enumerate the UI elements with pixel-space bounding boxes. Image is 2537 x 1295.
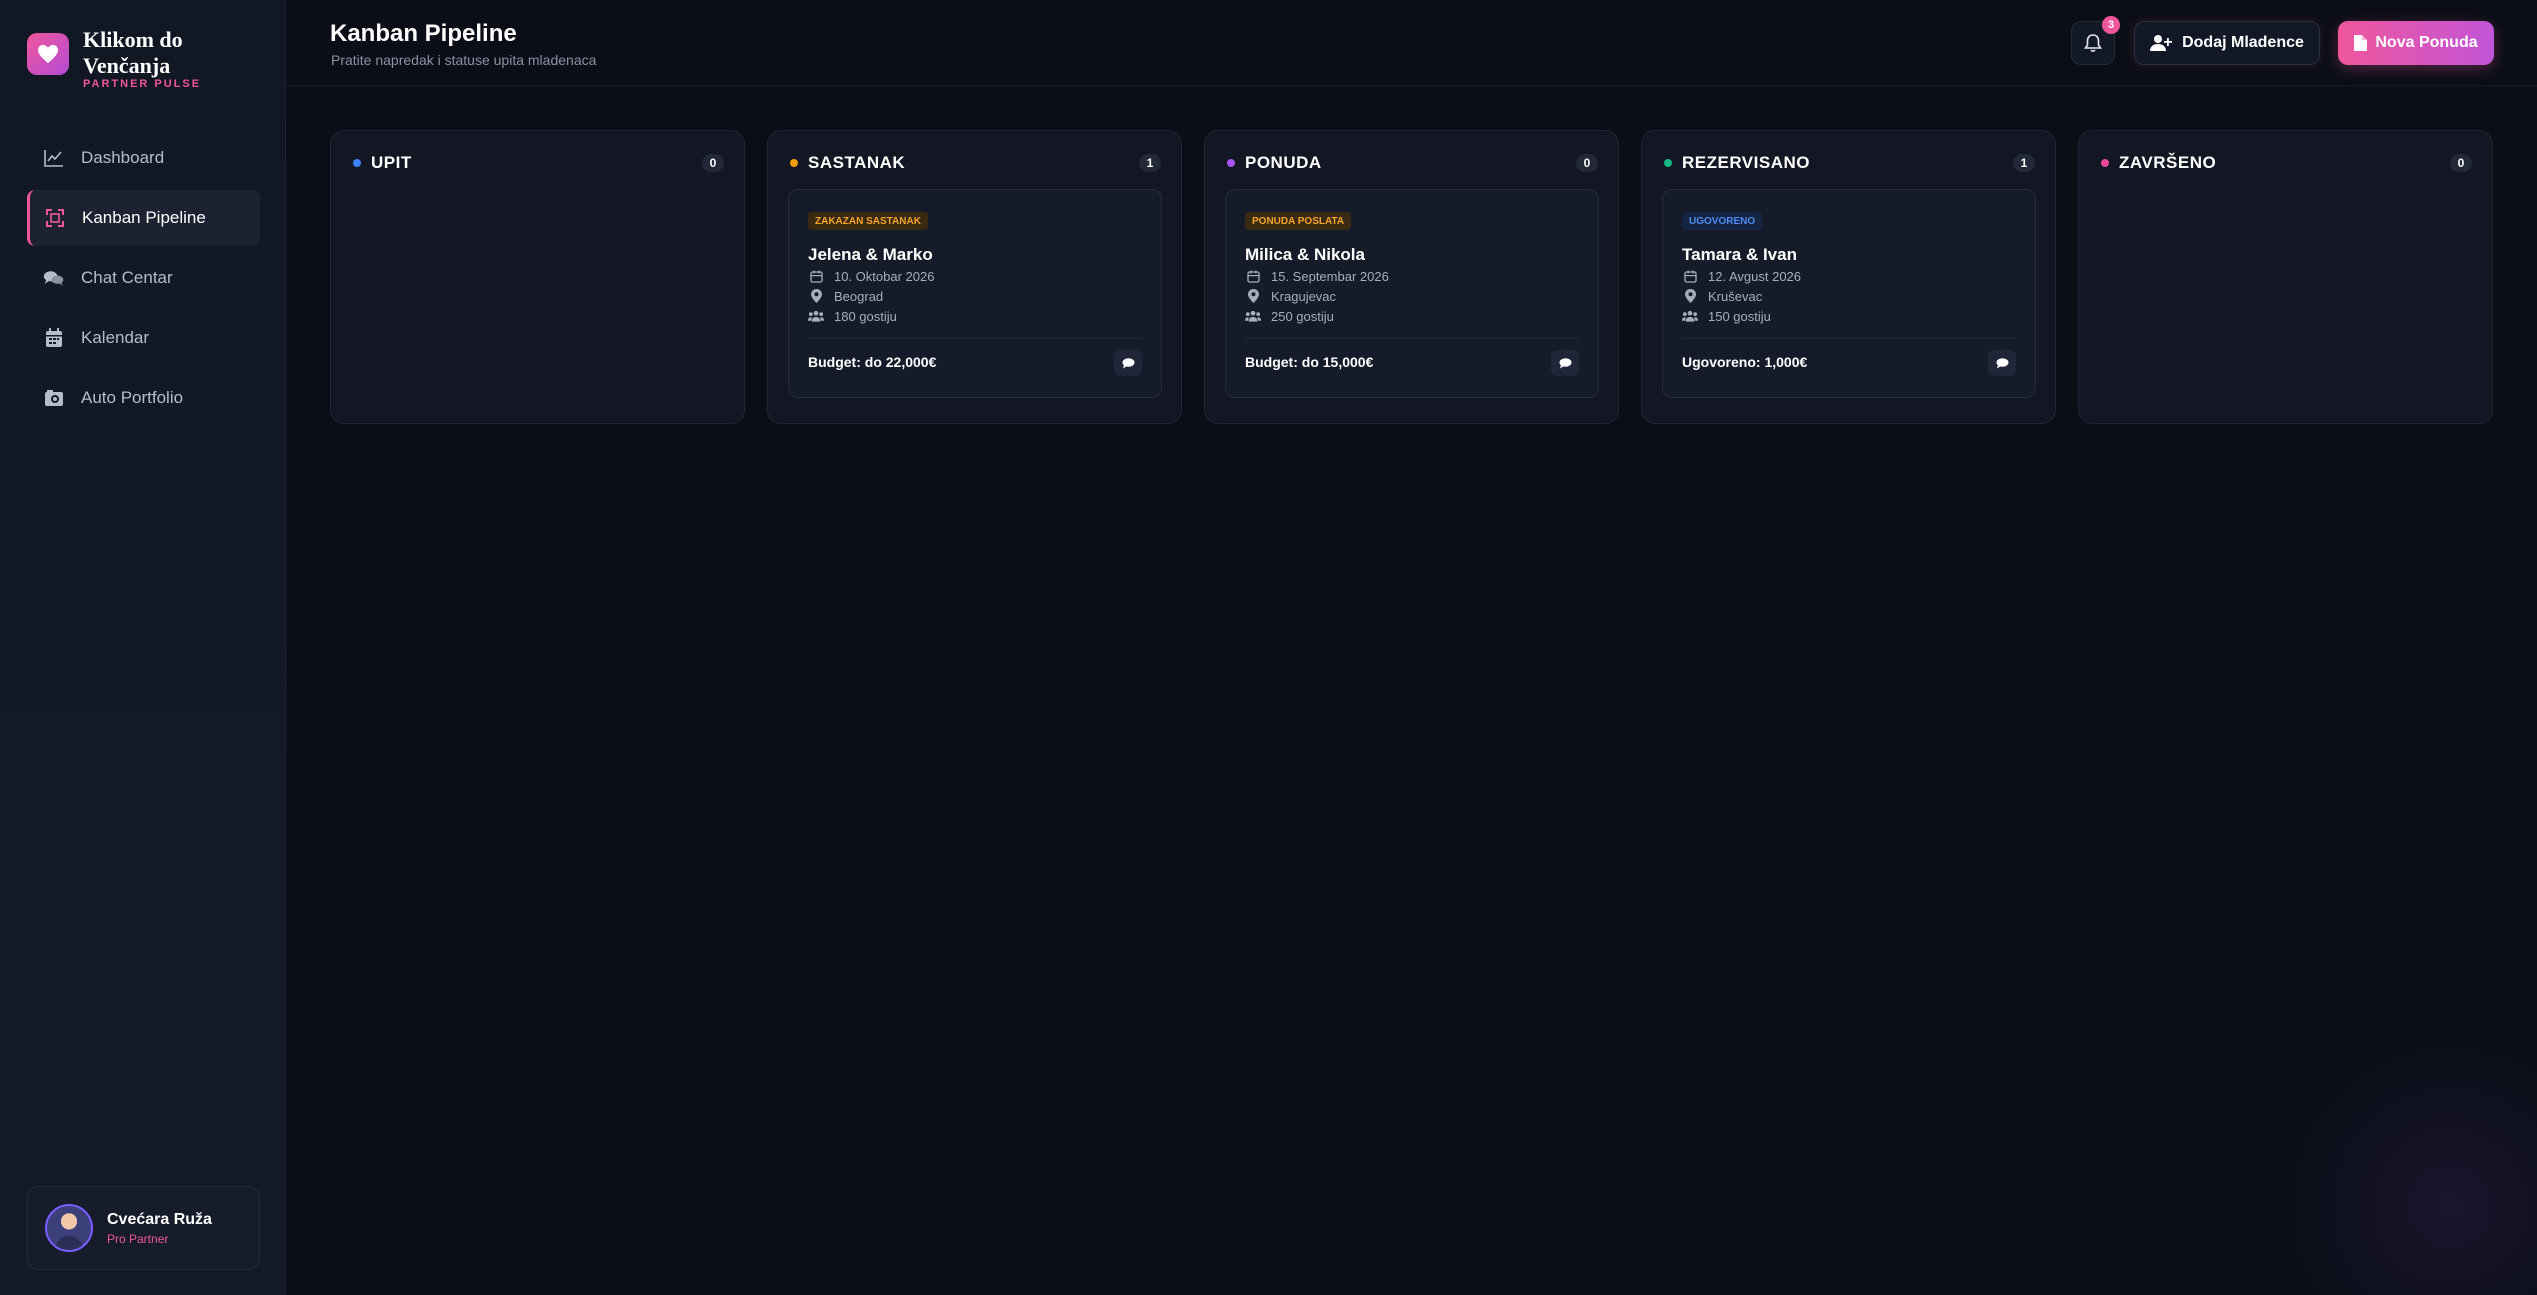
- card-chat-button[interactable]: [1551, 350, 1579, 376]
- add-couple-label: Dodaj Mladence: [2182, 34, 2304, 51]
- page-title: Kanban Pipeline: [330, 20, 517, 47]
- bell-icon: [2084, 33, 2102, 53]
- column-count-badge: 0: [702, 154, 724, 172]
- kanban-icon: [44, 207, 66, 229]
- kanban-column-zavrseno[interactable]: ZAVRŠENO 0: [2078, 130, 2493, 424]
- card-status-tag: UGOVORENO: [1682, 212, 1763, 230]
- kanban-column-ponuda[interactable]: PONUDA 0 PONUDA POSLATA Milica & Nikola …: [1204, 130, 1619, 424]
- column-status-dot: [1227, 159, 1235, 167]
- card-couple-name: Milica & Nikola: [1245, 245, 1365, 264]
- page-subtitle: Pratite napredak i statuse upita mladena…: [331, 52, 597, 68]
- calendar-icon: [1245, 268, 1261, 284]
- card-date: 12. Avgust 2026: [1708, 268, 1802, 284]
- sidebar-item-kalendar[interactable]: Kalendar: [27, 310, 260, 366]
- column-count-badge: 1: [2013, 154, 2035, 172]
- location-pin-icon: [1245, 288, 1261, 304]
- user-plus-icon: [2150, 34, 2173, 52]
- sidebar-item-label: Kalendar: [81, 328, 150, 347]
- chat-icon: [1996, 357, 2009, 369]
- page-header: Kanban Pipeline Pratite napredak i statu…: [286, 0, 2537, 86]
- sidebar-item-label: Kanban Pipeline: [82, 208, 206, 227]
- kanban-card[interactable]: PONUDA POSLATA Milica & Nikola 15. Septe…: [1225, 189, 1599, 398]
- card-divider: [1682, 338, 2016, 339]
- column-title: SASTANAK: [808, 153, 906, 172]
- chat-icon: [1559, 357, 1572, 369]
- camera-icon: [43, 387, 65, 409]
- kanban-card[interactable]: UGOVORENO Tamara & Ivan 12. Avgust 2026 …: [1662, 189, 2036, 398]
- brand[interactable]: Klikom do Venčanja PARTNER PULSE: [27, 27, 223, 90]
- user-profile-card[interactable]: Cvećara Ruža Pro Partner: [27, 1186, 260, 1270]
- kanban-card[interactable]: ZAKAZAN SASTANAK Jelena & Marko 10. Okto…: [788, 189, 1162, 398]
- new-offer-button[interactable]: Nova Ponuda: [2338, 21, 2494, 65]
- sidebar-item-auto-portfolio[interactable]: Auto Portfolio: [27, 370, 260, 426]
- card-budget: Budget: do 15,000€: [1245, 354, 1374, 370]
- heart-logo-icon: [27, 33, 69, 75]
- notification-count-badge: 3: [2102, 16, 2120, 34]
- background-glow: [2240, 1000, 2537, 1295]
- column-title: PONUDA: [1245, 153, 1322, 172]
- card-status-tag: ZAKAZAN SASTANAK: [808, 212, 928, 230]
- sidebar-item-dashboard[interactable]: Dashboard: [27, 130, 260, 186]
- card-guests: 180 gostiju: [834, 308, 897, 324]
- location-pin-icon: [1682, 288, 1698, 304]
- user-role: Pro Partner: [107, 1231, 169, 1246]
- sidebar-item-label: Chat Centar: [81, 268, 173, 287]
- card-budget: Ugovoreno: 1,000€: [1682, 354, 1808, 370]
- card-city: Kragujevac: [1271, 288, 1337, 304]
- kanban-column-rezervisano[interactable]: REZERVISANO 1 UGOVORENO Tamara & Ivan 12…: [1641, 130, 2056, 424]
- calendar-icon: [1682, 268, 1698, 284]
- notifications-button[interactable]: 3: [2071, 16, 2120, 65]
- card-status-tag: PONUDA POSLATA: [1245, 212, 1352, 230]
- avatar: [45, 1204, 93, 1252]
- column-status-dot: [790, 159, 798, 167]
- location-pin-icon: [808, 288, 824, 304]
- column-title: UPIT: [371, 153, 412, 172]
- guests-icon: [808, 308, 824, 324]
- column-status-dot: [1664, 159, 1672, 167]
- card-city: Kruševac: [1708, 288, 1763, 304]
- card-couple-name: Tamara & Ivan: [1682, 245, 1797, 264]
- card-guests: 250 gostiju: [1271, 308, 1334, 324]
- column-title: ZAVRŠENO: [2119, 153, 2217, 172]
- sidebar-nav: Dashboard Kanban Pipeline Chat Centar Ka…: [27, 130, 260, 430]
- chat-icon: [1122, 357, 1135, 369]
- new-offer-label: Nova Ponuda: [2375, 34, 2478, 51]
- card-chat-button[interactable]: [1114, 350, 1142, 376]
- calendar-icon: [43, 327, 65, 349]
- guests-icon: [1682, 308, 1698, 324]
- line-chart-icon: [43, 147, 65, 169]
- card-city: Beograd: [834, 288, 884, 304]
- sidebar-item-label: Dashboard: [81, 148, 165, 167]
- brand-title: Klikom do Venčanja: [83, 27, 183, 78]
- kanban-column-sastanak[interactable]: SASTANAK 1 ZAKAZAN SASTANAK Jelena & Mar…: [767, 130, 1182, 424]
- sidebar-item-chat-centar[interactable]: Chat Centar: [27, 250, 260, 306]
- card-divider: [808, 338, 1142, 339]
- column-count-badge: 1: [1139, 154, 1161, 172]
- card-divider: [1245, 338, 1579, 339]
- chat-icon: [43, 267, 65, 289]
- column-status-dot: [353, 159, 361, 167]
- column-count-badge: 0: [2450, 154, 2472, 172]
- add-couple-button[interactable]: Dodaj Mladence: [2134, 21, 2320, 65]
- card-budget: Budget: do 22,000€: [808, 354, 937, 370]
- brand-subtitle: PARTNER PULSE: [83, 78, 202, 90]
- column-title: REZERVISANO: [1682, 153, 1810, 172]
- card-couple-name: Jelena & Marko: [808, 245, 933, 264]
- sidebar-item-label: Auto Portfolio: [81, 388, 184, 407]
- sidebar: Klikom do Venčanja PARTNER PULSE Dashboa…: [0, 0, 286, 1295]
- kanban-board: UPIT 0 SASTANAK 1 ZAKAZAN SASTANAK Jelen…: [330, 130, 2495, 424]
- kanban-column-upit[interactable]: UPIT 0: [330, 130, 745, 424]
- column-count-badge: 0: [1576, 154, 1598, 172]
- guests-icon: [1245, 308, 1261, 324]
- document-icon: [2354, 35, 2368, 51]
- calendar-icon: [808, 268, 824, 284]
- card-date: 10. Oktobar 2026: [834, 268, 935, 284]
- card-guests: 150 gostiju: [1708, 308, 1771, 324]
- sidebar-item-kanban-pipeline[interactable]: Kanban Pipeline: [27, 190, 260, 246]
- app: Klikom do Venčanja PARTNER PULSE Dashboa…: [0, 0, 2537, 1295]
- card-date: 15. Septembar 2026: [1271, 268, 1389, 284]
- card-chat-button[interactable]: [1988, 350, 2016, 376]
- column-status-dot: [2101, 159, 2109, 167]
- user-name: Cvećara Ruža: [107, 1210, 212, 1228]
